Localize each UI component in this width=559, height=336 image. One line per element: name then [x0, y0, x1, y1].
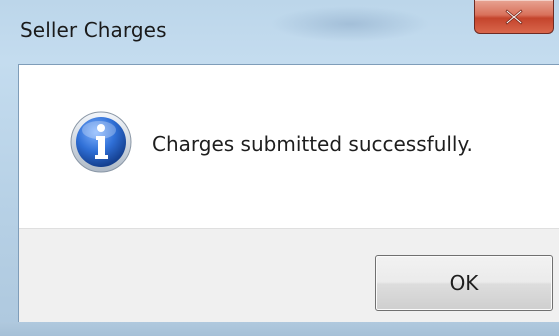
close-x-icon: [505, 8, 523, 25]
window-bottom-border: [0, 322, 559, 336]
information-icon: [69, 110, 133, 174]
message-area: Charges submitted successfully.: [19, 65, 559, 228]
window-title: Seller Charges: [20, 18, 167, 42]
button-bar: OK: [19, 228, 559, 323]
message-text: Charges submitted successfully.: [152, 132, 473, 156]
close-button[interactable]: [474, 0, 554, 34]
title-bar[interactable]: Seller Charges: [0, 0, 559, 62]
dialog-window: Seller Charges Charges submitted success…: [0, 0, 559, 336]
ok-button[interactable]: OK: [375, 255, 553, 311]
dialog-body: Charges submitted successfully. OK: [18, 64, 559, 323]
title-bar-reflection: [270, 6, 430, 42]
